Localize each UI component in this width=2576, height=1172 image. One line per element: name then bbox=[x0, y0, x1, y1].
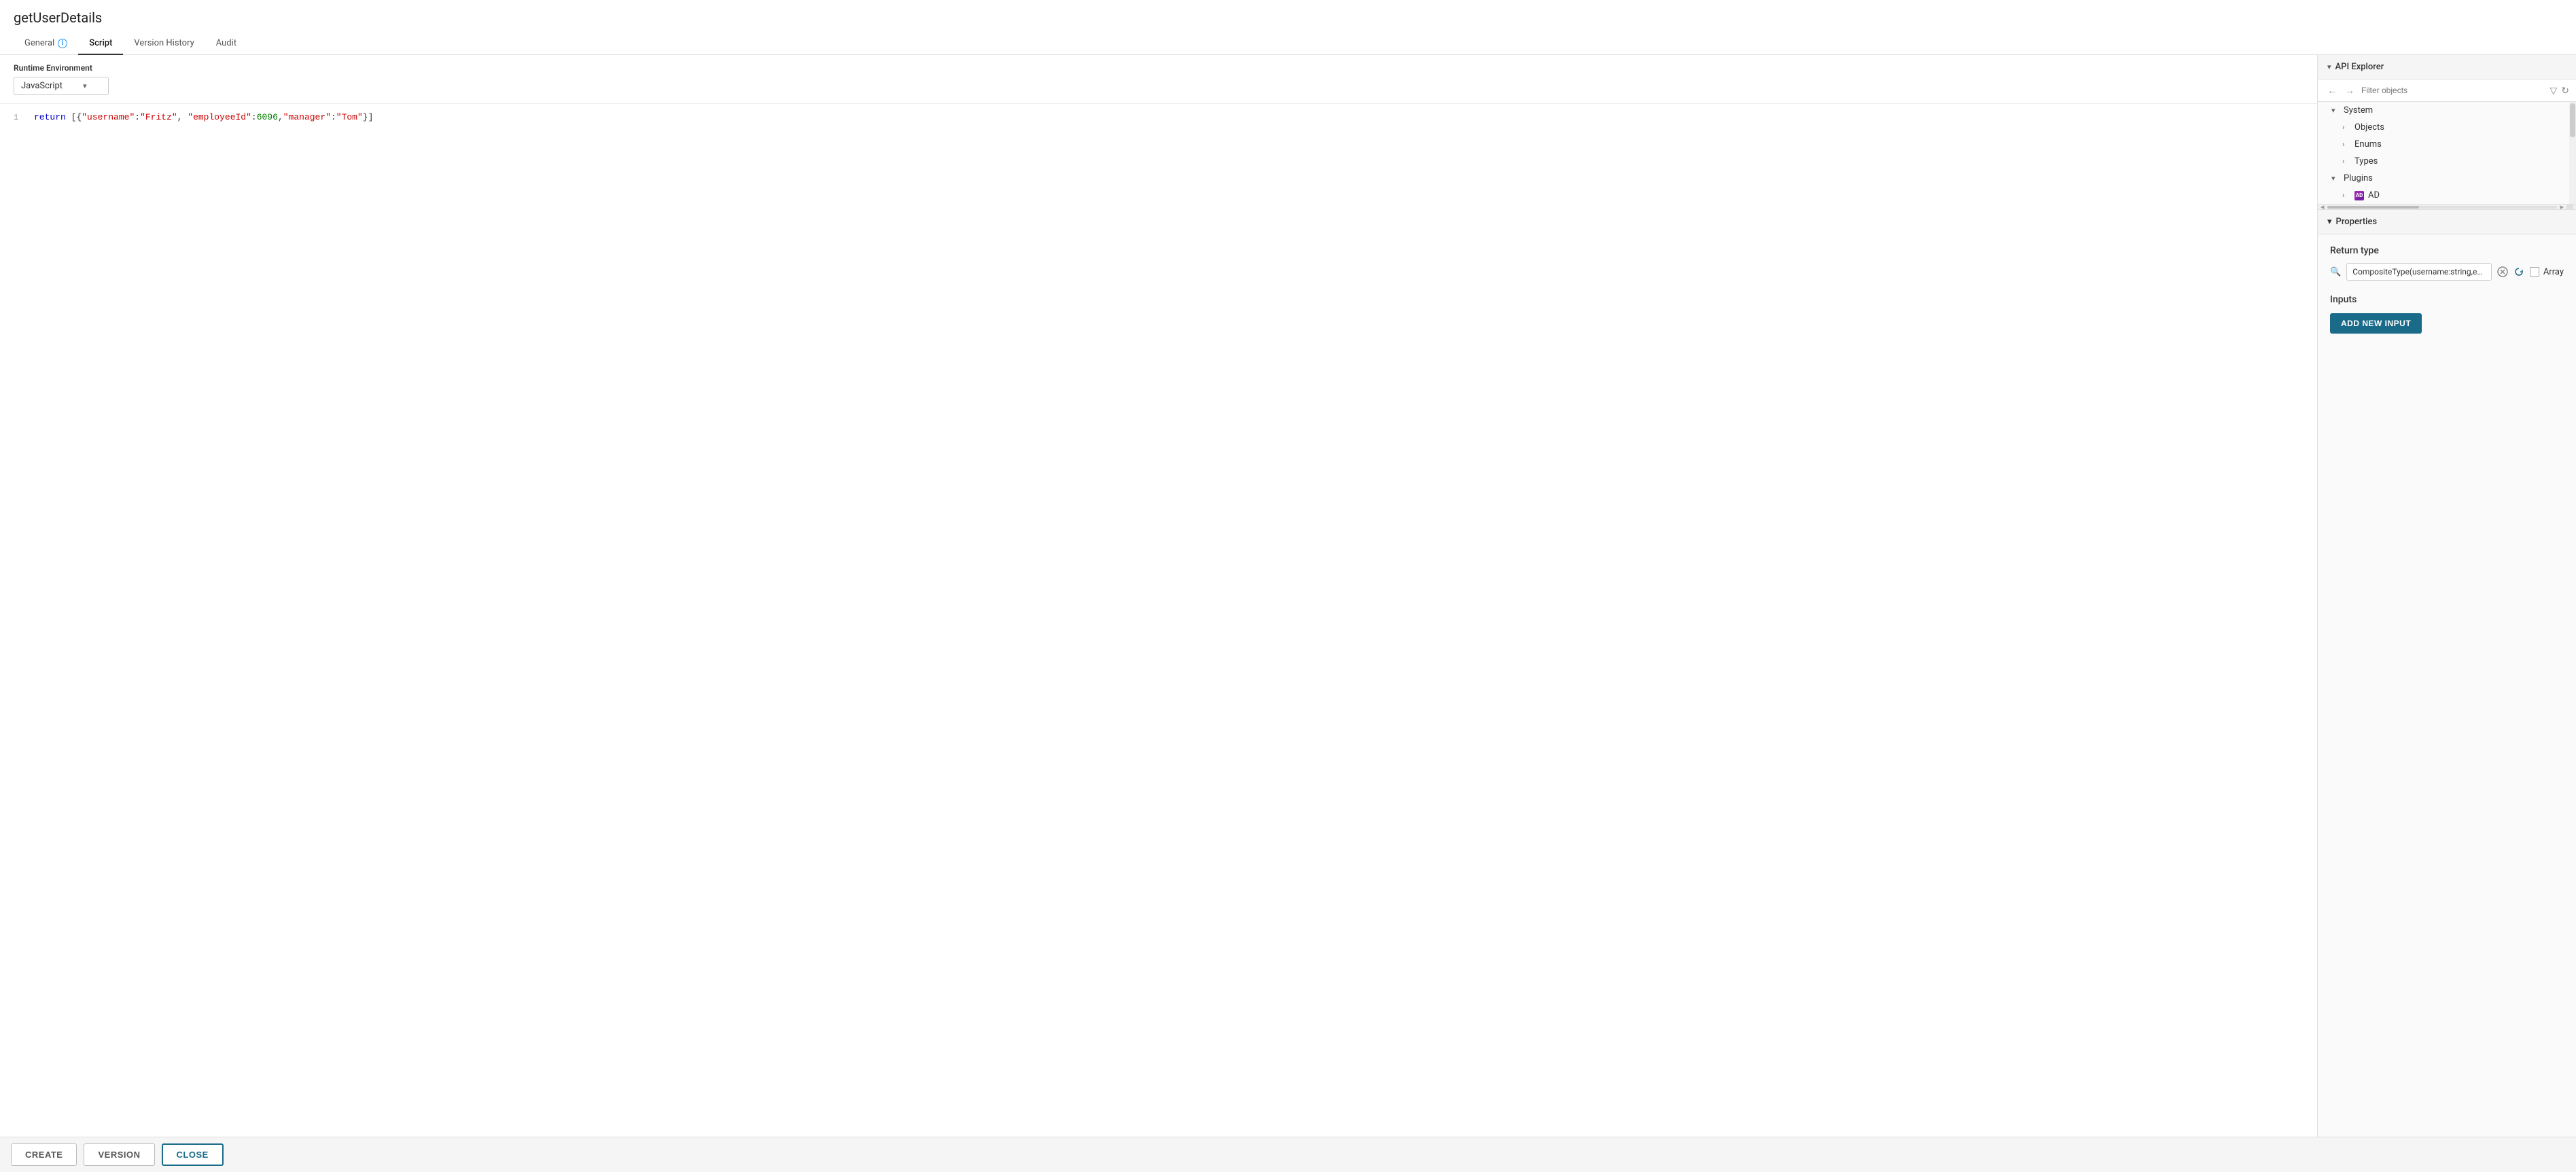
tree-item-objects[interactable]: › Objects bbox=[2318, 119, 2569, 136]
chevron-down-icon: ▾ bbox=[83, 82, 87, 90]
create-button[interactable]: CREATE bbox=[11, 1143, 77, 1166]
properties-section: ▾ Properties Return type 🔍 CompositeType… bbox=[2318, 210, 2576, 1137]
runtime-dropdown[interactable]: JavaScript ▾ bbox=[14, 77, 109, 95]
return-type-label: Return type bbox=[2330, 245, 2564, 256]
properties-title: Properties bbox=[2336, 217, 2378, 227]
return-type-clear-button[interactable] bbox=[2497, 266, 2508, 277]
filter-input[interactable] bbox=[2361, 86, 2545, 95]
scroll-right-icon[interactable]: ▸ bbox=[2560, 202, 2564, 210]
api-explorer: ▾ API Explorer ← → ▽ ↻ bbox=[2318, 55, 2576, 210]
close-button[interactable]: CLOSE bbox=[162, 1143, 224, 1166]
tree-label-ad: AD bbox=[2368, 190, 2380, 200]
tree-label-enums: Enums bbox=[2354, 139, 2382, 149]
tab-bar: General i Script Version History Audit bbox=[14, 33, 2562, 54]
editor-panel: Runtime Environment JavaScript ▾ 1 retur… bbox=[0, 55, 2318, 1137]
code-line-1: 1 return [{"username":"Fritz", "employee… bbox=[14, 111, 2304, 125]
page-title: getUserDetails bbox=[14, 10, 2562, 26]
filter-icons: ▽ ↻ bbox=[2549, 85, 2569, 96]
return-type-input[interactable]: CompositeType(username:string,employeeId… bbox=[2346, 263, 2492, 281]
tree-label-objects: Objects bbox=[2354, 122, 2384, 132]
refresh-icon bbox=[2513, 266, 2524, 277]
objects-chevron-icon: › bbox=[2342, 123, 2350, 132]
tree-item-ad[interactable]: › AD AD bbox=[2318, 187, 2569, 204]
filter-bar: ← → ▽ ↻ bbox=[2318, 79, 2576, 102]
tree-item-enums[interactable]: › Enums bbox=[2318, 136, 2569, 153]
filter-nav: ← → bbox=[2325, 84, 2357, 97]
tree-item-system[interactable]: ▾ System bbox=[2318, 102, 2569, 119]
code-content-1: return [{"username":"Fritz", "employeeId… bbox=[34, 111, 2304, 125]
tree-container: ▾ System › Objects › Enums › Types bbox=[2318, 102, 2569, 204]
ad-chevron-icon: › bbox=[2342, 191, 2350, 200]
nav-back-button[interactable]: ← bbox=[2325, 84, 2340, 97]
general-info-icon[interactable]: i bbox=[58, 39, 67, 48]
tree-vertical-scrollbar[interactable] bbox=[2569, 102, 2576, 204]
array-label: Array bbox=[2543, 267, 2564, 277]
return-type-refresh-button[interactable] bbox=[2513, 266, 2524, 277]
clear-icon bbox=[2497, 266, 2508, 277]
add-new-input-button[interactable]: ADD NEW INPUT bbox=[2330, 313, 2422, 334]
properties-body: Return type 🔍 CompositeType(username:str… bbox=[2318, 234, 2576, 344]
array-checkbox[interactable] bbox=[2530, 267, 2539, 277]
api-explorer-title: API Explorer bbox=[2335, 62, 2384, 72]
nav-forward-button[interactable]: → bbox=[2342, 84, 2357, 97]
array-checkbox-row: Array bbox=[2530, 267, 2564, 277]
runtime-label: Runtime Environment bbox=[14, 63, 2304, 73]
tab-general[interactable]: General i bbox=[14, 33, 78, 55]
return-type-search-icon: 🔍 bbox=[2330, 267, 2341, 277]
tree-label-plugins: Plugins bbox=[2344, 173, 2373, 183]
plugins-chevron-icon: ▾ bbox=[2331, 174, 2340, 183]
ad-plugin-icon: AD bbox=[2354, 191, 2364, 200]
bottom-bar: CREATE VERSION CLOSE bbox=[0, 1137, 2576, 1172]
tree-item-plugins[interactable]: ▾ Plugins bbox=[2318, 170, 2569, 187]
runtime-select-row: JavaScript ▾ bbox=[14, 77, 2304, 95]
code-editor[interactable]: 1 return [{"username":"Fritz", "employee… bbox=[0, 104, 2317, 1137]
tab-version-history[interactable]: Version History bbox=[123, 33, 205, 55]
tab-script[interactable]: Script bbox=[78, 33, 123, 55]
version-button[interactable]: VERSION bbox=[84, 1143, 154, 1166]
tab-audit[interactable]: Audit bbox=[205, 33, 247, 55]
tree-scroll-thumb bbox=[2570, 103, 2575, 137]
api-explorer-chevron: ▾ bbox=[2327, 63, 2331, 71]
refresh-icon[interactable]: ↻ bbox=[2561, 85, 2569, 96]
line-number-1: 1 bbox=[14, 111, 34, 124]
scroll-thumb-horizontal bbox=[2327, 206, 2420, 209]
tree-label-types: Types bbox=[2354, 156, 2378, 166]
properties-header[interactable]: ▾ Properties bbox=[2318, 210, 2576, 234]
scroll-left-icon[interactable]: ◂ bbox=[2321, 202, 2325, 210]
scroll-corner bbox=[2566, 205, 2573, 210]
tree-label-system: System bbox=[2344, 105, 2373, 116]
runtime-value: JavaScript bbox=[21, 81, 63, 91]
inputs-section: Inputs ADD NEW INPUT bbox=[2330, 294, 2564, 334]
page-header: getUserDetails General i Script Version … bbox=[0, 0, 2576, 55]
tree-scroll-wrap: ▾ System › Objects › Enums › Types bbox=[2318, 102, 2576, 204]
scroll-track-horizontal bbox=[2327, 206, 2558, 209]
types-chevron-icon: › bbox=[2342, 157, 2350, 166]
return-type-row: 🔍 CompositeType(username:string,employee… bbox=[2330, 263, 2564, 281]
inputs-label: Inputs bbox=[2330, 294, 2564, 305]
system-chevron-icon: ▾ bbox=[2331, 106, 2340, 115]
main-content: Runtime Environment JavaScript ▾ 1 retur… bbox=[0, 55, 2576, 1137]
horizontal-scroll-area[interactable]: ◂ ▸ bbox=[2318, 204, 2576, 209]
enums-chevron-icon: › bbox=[2342, 140, 2350, 149]
editor-toolbar: Runtime Environment JavaScript ▾ bbox=[0, 55, 2317, 104]
properties-chevron-icon: ▾ bbox=[2327, 217, 2332, 227]
right-panel: ▾ API Explorer ← → ▽ ↻ bbox=[2318, 55, 2576, 1137]
tree-item-types[interactable]: › Types bbox=[2318, 153, 2569, 170]
api-explorer-header[interactable]: ▾ API Explorer bbox=[2318, 55, 2576, 79]
filter-options-icon[interactable]: ▽ bbox=[2549, 85, 2557, 96]
